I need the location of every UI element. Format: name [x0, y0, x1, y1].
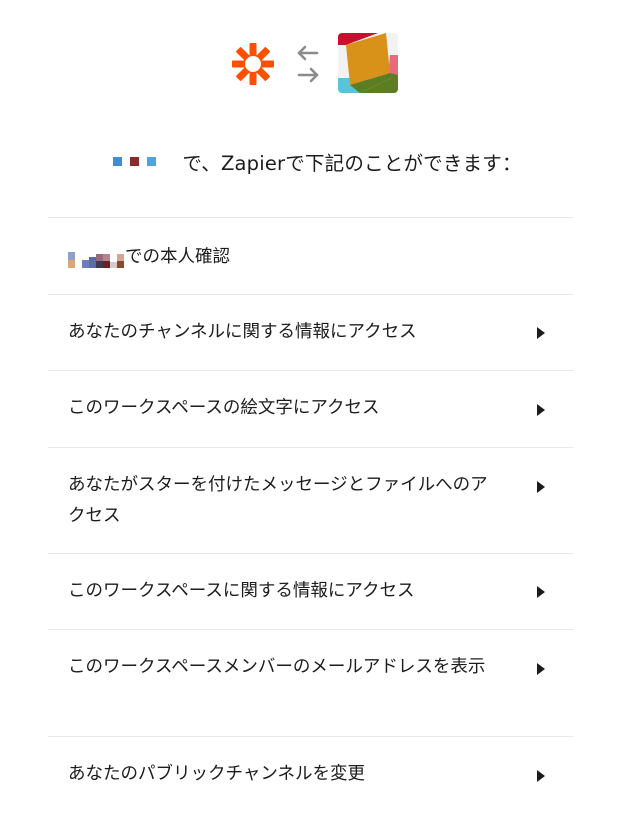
permission-item[interactable]: あなたのパブリックチャンネルを変更: [48, 736, 573, 816]
permission-label: このワークスペースの絵文字にアクセス: [68, 398, 380, 418]
permission-item[interactable]: このワークスペースメンバーのメールアドレスを表示: [48, 629, 573, 736]
permissions-list: での本人確認 あなたのチャンネルに関する情報にアクセス このワークスペースの絵文…: [48, 217, 573, 816]
permission-item[interactable]: あなたがスターを付けたメッセージとファイルへのアクセス: [48, 447, 573, 553]
permission-item[interactable]: このワークスペースに関する情報にアクセス: [48, 553, 573, 629]
permission-label: あなたのパブリックチャンネルを変更: [68, 764, 365, 784]
redacted-workspace-name: [68, 248, 124, 268]
permission-identity: での本人確認: [48, 217, 573, 294]
logo-header: [0, 0, 629, 110]
permission-item[interactable]: あなたのチャンネルに関する情報にアクセス: [48, 294, 573, 370]
permission-item[interactable]: このワークスペースの絵文字にアクセス: [48, 370, 573, 447]
expand-caret-icon[interactable]: [537, 327, 545, 339]
permission-label: あなたがスターを付けたメッセージとファイルへのアクセス: [68, 475, 488, 526]
expand-caret-icon[interactable]: [537, 481, 545, 493]
zapier-logo-icon: [232, 43, 274, 85]
expand-caret-icon[interactable]: [537, 663, 545, 675]
permissions-heading: で、Zapierで下記のことができます：: [0, 146, 629, 176]
expand-caret-icon[interactable]: [537, 586, 545, 598]
heading-text: で、Zapierで下記のことができます：: [182, 151, 522, 175]
permission-label: このワークスペースメンバーのメールアドレスを表示: [68, 657, 486, 677]
permission-label: このワークスペースに関する情報にアクセス: [68, 581, 415, 601]
workspace-name-redacted: [113, 156, 157, 166]
expand-caret-icon[interactable]: [537, 404, 545, 416]
expand-caret-icon[interactable]: [537, 770, 545, 782]
identity-label: での本人確認: [125, 247, 230, 267]
app-logo-icon: [338, 33, 398, 93]
permission-label: あなたのチャンネルに関する情報にアクセス: [68, 322, 417, 342]
swap-arrows-icon: [297, 45, 319, 83]
